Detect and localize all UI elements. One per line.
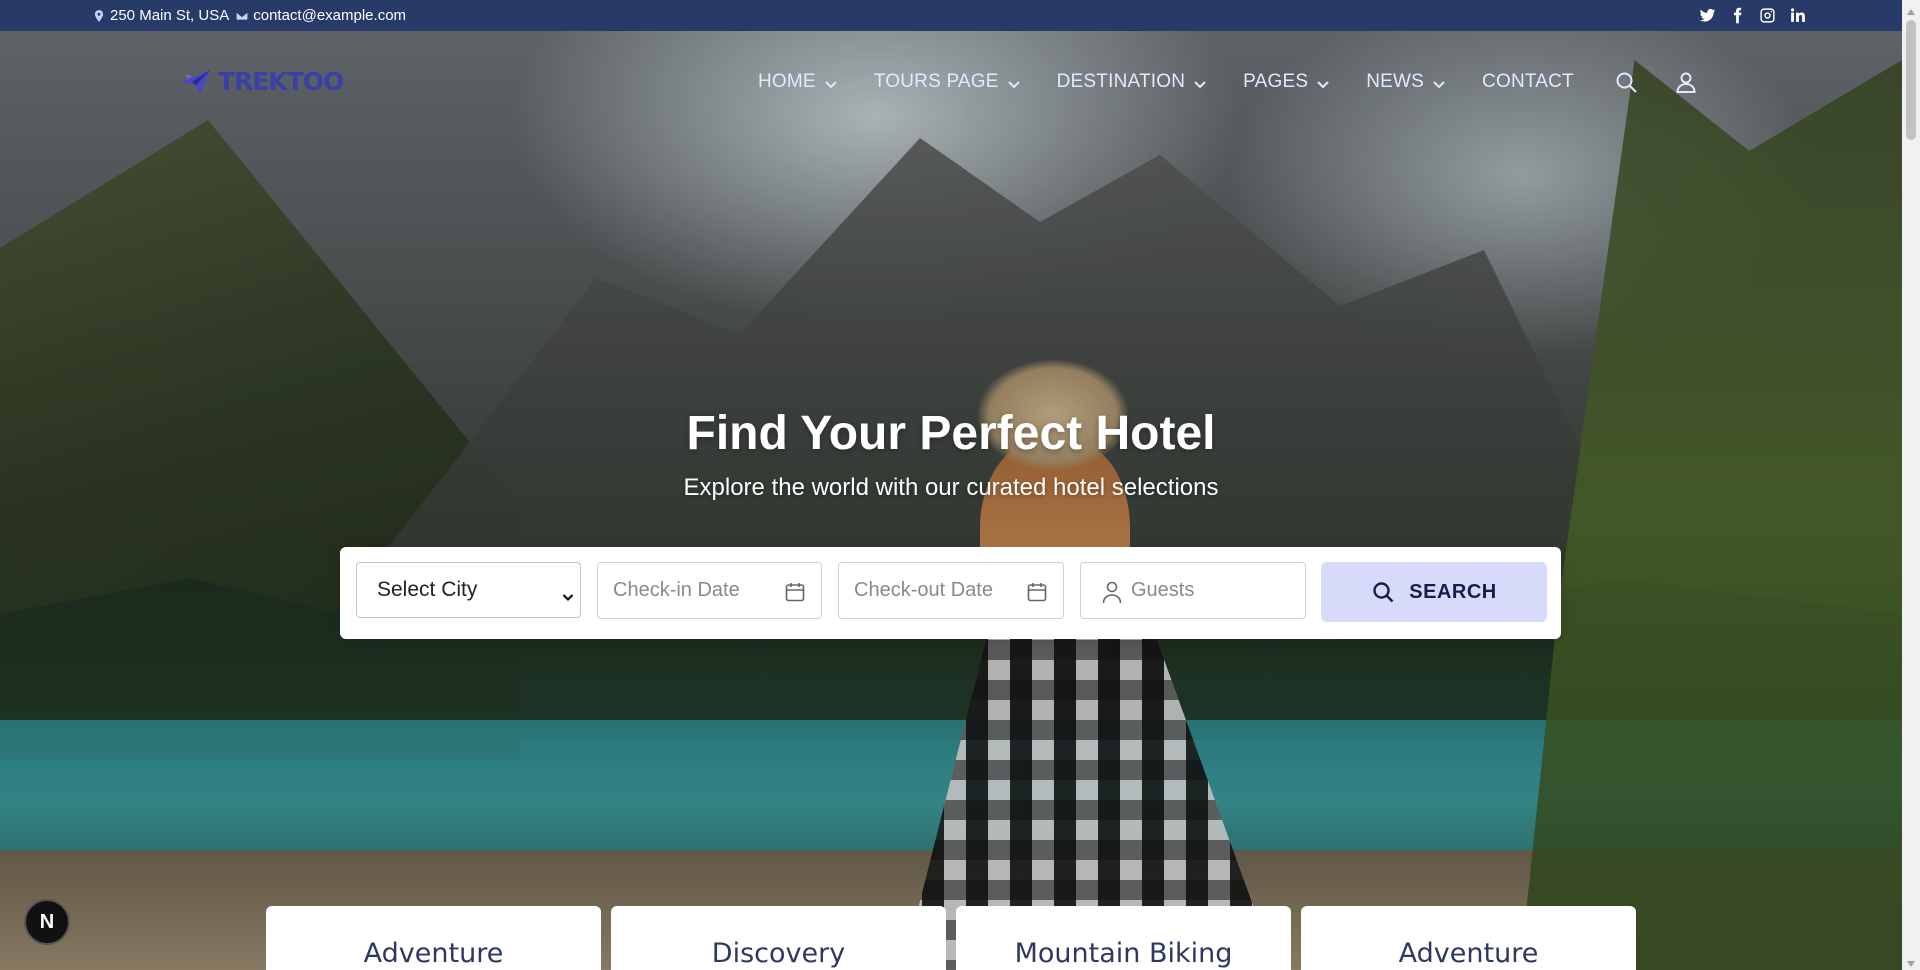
location-pin-icon (94, 9, 104, 22)
nav-menu: HOME TOURS PAGE DESTINATION PAGES NEWS C… (758, 67, 1730, 97)
city-select-value: Select City (377, 578, 478, 601)
user-icon (1101, 580, 1123, 604)
category-cards: Adventure Discovery Mountain Biking Adve… (266, 906, 1636, 970)
nav-item-destination[interactable]: DESTINATION (1057, 71, 1208, 93)
card-title: Mountain Biking (1014, 938, 1233, 969)
card-title: Adventure (363, 938, 504, 969)
top-info-bar: 250 Main St, USA contact@example.com (0, 0, 1902, 31)
hero-subtitle: Explore the world with our curated hotel… (683, 474, 1219, 501)
guests-placeholder: Guests (1131, 579, 1195, 601)
dev-tools-badge[interactable]: N (24, 899, 70, 945)
nav-item-label: NEWS (1366, 71, 1425, 92)
email-item[interactable]: contact@example.com (235, 7, 406, 24)
city-select[interactable]: Select City (356, 562, 581, 618)
checkout-date-field[interactable]: Check-out Date (838, 562, 1064, 619)
nav-item-contact[interactable]: CONTACT (1482, 71, 1574, 93)
chevron-down-icon (1316, 75, 1330, 89)
hotel-search-form: Select City Check-in Date Check-out Date… (340, 547, 1561, 639)
instagram-icon[interactable] (1758, 7, 1776, 25)
checkin-date-field[interactable]: Check-in Date (597, 562, 822, 619)
email-link[interactable]: contact@example.com (253, 7, 406, 24)
chevron-down-icon (562, 585, 574, 602)
nav-item-label: PAGES (1243, 71, 1309, 92)
search-icon (1373, 582, 1394, 603)
calendar-icon (783, 580, 807, 604)
logo-plane-icon (180, 64, 214, 98)
twitter-icon[interactable] (1698, 7, 1716, 25)
chevron-down-icon (824, 75, 838, 89)
address-text: 250 Main St, USA (110, 7, 230, 24)
facebook-icon[interactable] (1728, 7, 1746, 25)
category-card[interactable]: Adventure (266, 906, 601, 970)
contact-info: 250 Main St, USA contact@example.com (92, 0, 406, 31)
hero-title: Find Your Perfect Hotel (686, 407, 1216, 460)
category-card[interactable]: Mountain Biking (956, 906, 1291, 970)
checkin-placeholder: Check-in Date (613, 579, 740, 601)
category-card[interactable]: Discovery (611, 906, 946, 970)
category-card[interactable]: Adventure (1301, 906, 1636, 970)
scroll-down-arrow-icon[interactable] (1906, 956, 1916, 967)
scrollbar-thumb[interactable] (1906, 20, 1916, 140)
nav-item-pages[interactable]: PAGES (1243, 71, 1330, 93)
nav-item-label: TOURS PAGE (873, 71, 999, 92)
guests-input[interactable]: Guests (1080, 562, 1306, 619)
chevron-down-icon (1007, 75, 1021, 89)
chevron-down-icon (1193, 75, 1207, 89)
linkedin-icon[interactable] (1788, 7, 1806, 25)
scroll-up-arrow-icon[interactable] (1906, 4, 1916, 15)
checkout-placeholder: Check-out Date (854, 579, 993, 601)
page: 250 Main St, USA contact@example.com TRE… (0, 0, 1920, 970)
card-title: Adventure (1398, 938, 1539, 969)
search-button[interactable]: SEARCH (1321, 562, 1547, 622)
social-links (1698, 0, 1806, 31)
logo-text: TREKTOO (218, 66, 344, 96)
site-logo[interactable]: TREKTOO (180, 61, 344, 101)
user-account-icon[interactable] (1674, 70, 1698, 94)
calendar-icon (1025, 580, 1049, 604)
search-icon[interactable] (1614, 70, 1638, 94)
page-scrollbar[interactable] (1902, 0, 1920, 970)
search-button-label: SEARCH (1409, 580, 1497, 603)
nav-item-label: CONTACT (1482, 71, 1574, 92)
main-navigation: TREKTOO HOME TOURS PAGE DESTINATION PAGE… (0, 31, 1902, 131)
nav-item-label: HOME (758, 71, 816, 92)
nav-item-home[interactable]: HOME (758, 71, 838, 93)
nav-item-news[interactable]: NEWS (1366, 71, 1446, 93)
card-title: Discovery (711, 938, 846, 969)
nav-item-tours-page[interactable]: TOURS PAGE (874, 71, 1021, 93)
mail-icon (235, 10, 249, 21)
address-item: 250 Main St, USA (92, 7, 229, 24)
nav-item-label: DESTINATION (1056, 71, 1186, 92)
chevron-down-icon (1432, 75, 1446, 89)
badge-letter: N (39, 910, 55, 933)
